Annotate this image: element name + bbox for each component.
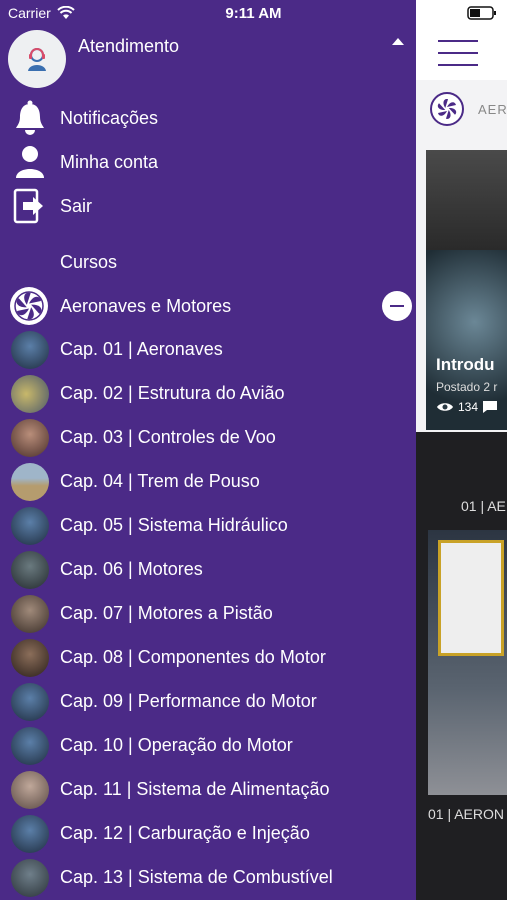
chapter-item[interactable]: Cap. 03 | Controles de Voo — [0, 416, 416, 460]
courses-heading: Cursos — [60, 252, 118, 272]
post-title: Introdu — [436, 355, 495, 374]
main-content: AER Introdu Postado 2 r 134 01 | AE 01 |… — [416, 0, 507, 900]
side-drawer: Atendimento Notificações Minha conta Sai… — [0, 0, 416, 900]
chapter-thumbnail — [11, 771, 49, 809]
post-date: Postado 2 r — [436, 380, 498, 394]
profile-name[interactable]: Atendimento — [78, 36, 179, 57]
view-count: 134 — [458, 400, 479, 414]
chapter-thumbnail — [11, 375, 49, 413]
chapter-list: Cap. 01 | Aeronaves Cap. 02 | Estrutura … — [0, 328, 416, 900]
chapter-label: Cap. 02 | Estrutura do Avião — [60, 383, 285, 403]
menu-item-notifications[interactable]: Notificações — [0, 96, 416, 140]
chapter-label: Cap. 10 | Operação do Motor — [60, 735, 293, 755]
chapter-item[interactable]: Cap. 12 | Carburação e Injeção — [0, 812, 416, 856]
bell-icon — [12, 100, 48, 136]
course-label: Aeronaves e Motores — [60, 296, 232, 316]
chapter-thumbnail — [11, 683, 49, 721]
chapter-item[interactable]: Cap. 10 | Operação do Motor — [0, 724, 416, 768]
avatar[interactable] — [8, 30, 66, 88]
clock: 9:11 AM — [225, 5, 282, 22]
chapter-label: Cap. 12 | Carburação e Injeção — [60, 823, 310, 843]
chapter-item[interactable]: Cap. 05 | Sistema Hidráulico — [0, 504, 416, 548]
status-bar: Carrier 9:11 AM — [0, 0, 507, 28]
chapter-thumbnail — [11, 595, 49, 633]
chapter-item[interactable]: Cap. 06 | Motores — [0, 548, 416, 592]
support-agent-icon — [28, 48, 46, 71]
post-card[interactable]: Introdu Postado 2 r 134 — [426, 150, 507, 430]
chapter-label: Cap. 09 | Performance do Motor — [60, 691, 317, 711]
turbine-logo-icon — [10, 287, 48, 325]
turbine-logo-icon — [430, 92, 464, 126]
chapter-label: Cap. 13 | Sistema de Combustível — [60, 867, 333, 887]
course-feed: AER Introdu Postado 2 r 134 — [416, 80, 507, 432]
chapter-item[interactable]: Cap. 11 | Sistema de Alimentação — [0, 768, 416, 812]
chapter-item[interactable]: Cap. 01 | Aeronaves — [0, 328, 416, 372]
menu-item-label: Sair — [60, 195, 93, 216]
chapter-item[interactable]: Cap. 08 | Componentes do Motor — [0, 636, 416, 680]
eye-icon — [437, 403, 453, 411]
chapter-thumbnail — [11, 639, 49, 677]
chapter-item[interactable]: Cap. 13 | Sistema de Combustível — [0, 856, 416, 900]
logout-icon — [12, 188, 48, 224]
course-aeronaves-e-motores[interactable]: Aeronaves e Motores — [0, 284, 416, 328]
collapse-arrow-icon[interactable] — [392, 38, 404, 45]
video-thumbnail[interactable] — [428, 530, 507, 795]
poster-image — [438, 540, 504, 656]
post-image — [426, 150, 507, 250]
chapter-thumbnail — [11, 331, 49, 369]
chapter-thumbnail — [11, 815, 49, 853]
brand-label: AER — [478, 102, 507, 117]
chapter-label: Cap. 01 | Aeronaves — [60, 339, 223, 359]
chapter-label: Cap. 05 | Sistema Hidráulico — [60, 515, 288, 535]
chapter-label: Cap. 03 | Controles de Voo — [60, 427, 276, 447]
battery-icon — [467, 6, 497, 25]
chapter-item[interactable]: Cap. 04 | Trem de Pouso — [0, 460, 416, 504]
menu-item-label: Notificações — [60, 107, 159, 128]
chapter-item[interactable]: Cap. 09 | Performance do Motor — [0, 680, 416, 724]
comment-icon — [483, 401, 498, 413]
chapter-item[interactable]: Cap. 07 | Motores a Pistão — [0, 592, 416, 636]
section-label: 01 | AE — [461, 498, 506, 514]
chapter-thumbnail — [11, 419, 49, 457]
chapter-label: Cap. 04 | Trem de Pouso — [60, 471, 260, 491]
person-icon — [12, 144, 48, 180]
chapter-thumbnail — [11, 507, 49, 545]
hamburger-menu-icon[interactable] — [438, 40, 478, 76]
post-stats: 134 — [436, 400, 498, 414]
chapter-item[interactable]: Cap. 02 | Estrutura do Avião — [0, 372, 416, 416]
chapter-label: Cap. 11 | Sistema de Alimentação — [60, 779, 330, 799]
menu-item-label: Minha conta — [60, 151, 159, 172]
chapter-thumbnail — [11, 551, 49, 589]
menu-item-account[interactable]: Minha conta — [0, 140, 416, 184]
video-title: 01 | AERON — [428, 806, 505, 822]
menu-item-logout[interactable]: Sair — [0, 184, 416, 228]
chapter-thumbnail — [11, 859, 49, 897]
chapter-label: Cap. 08 | Componentes do Motor — [60, 647, 326, 667]
chapter-label: Cap. 06 | Motores — [60, 559, 203, 579]
collapse-course-button[interactable] — [382, 291, 412, 321]
chapter-label: Cap. 07 | Motores a Pistão — [60, 603, 273, 623]
chapter-thumbnail — [11, 463, 49, 501]
chapter-thumbnail — [11, 727, 49, 765]
